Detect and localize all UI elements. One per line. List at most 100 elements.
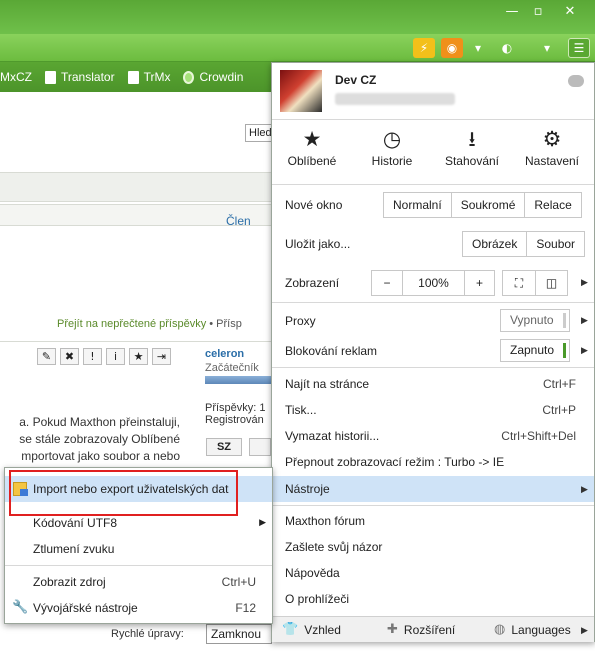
save-as-options: Obrázek Soubor <box>462 231 586 257</box>
dev-tools-item[interactable]: 🔧 Vývojářské nástroje F12 <box>5 595 272 621</box>
author-rank: Začátečník <box>205 362 259 374</box>
translate-icon[interactable]: ◐ <box>496 38 518 58</box>
divider <box>272 184 594 185</box>
clear-history-item[interactable]: Vymazat historii... Ctrl+Shift+Del <box>272 424 594 448</box>
zoom-in-button[interactable]: + <box>464 271 494 295</box>
help-item[interactable]: Nápověda <box>272 561 594 585</box>
maximize-button[interactable]: ▫ <box>525 2 551 22</box>
proxy-row[interactable]: Proxy Vypnuto ▶ <box>272 307 594 335</box>
switch-render-mode-item[interactable]: Přepnout zobrazovací režim : Turbo -> IE <box>272 450 594 474</box>
clock-icon: ◷ <box>382 127 402 151</box>
close-button[interactable]: ✕ <box>557 2 583 22</box>
new-window-private[interactable]: Soukromé <box>450 193 525 217</box>
author-posts: Příspěvky: 1 <box>205 402 266 414</box>
report-icon[interactable]: ! <box>83 348 102 365</box>
star-icon[interactable]: ★ <box>129 348 148 365</box>
edit-icon[interactable]: ✎ <box>37 348 56 365</box>
downloads-button[interactable]: ⭳ Stahování <box>432 124 512 180</box>
feedback-item[interactable]: Zašlete svůj názor <box>272 535 594 559</box>
globe-icon: ◍ <box>494 622 506 637</box>
minimize-button[interactable]: — <box>499 2 525 22</box>
zoom-out-button[interactable]: − <box>372 271 402 295</box>
user-email-blurred <box>335 93 455 105</box>
rss-icon[interactable]: ◉ <box>441 38 463 58</box>
favorites-button[interactable]: ★ Oblíbené <box>272 124 352 180</box>
chevron-right-icon: ▶ <box>259 518 266 528</box>
new-window-options: Normalní Soukromé Relace <box>383 192 582 218</box>
pm-button[interactable]: SZ <box>206 438 242 456</box>
view-source-item[interactable]: Zobrazit zdroj Ctrl+U <box>5 569 272 595</box>
mail-icon[interactable] <box>249 438 271 456</box>
extensions-button[interactable]: ✚ Rozšíření <box>387 622 455 637</box>
about-item[interactable]: O prohlížeči <box>272 587 594 611</box>
tools-item[interactable]: Nástroje ▶ <box>272 476 594 502</box>
gear-icon: ⚙ <box>542 127 562 151</box>
download-icon: ⭳ <box>468 127 476 151</box>
new-window-row: Nové okno Normalní Soukromé Relace <box>272 191 594 219</box>
divider <box>272 505 594 506</box>
post-author[interactable]: celeron <box>205 348 244 360</box>
quote-icon[interactable]: ⇥ <box>152 348 171 365</box>
fullscreen-icon[interactable]: ⛶ <box>503 271 535 295</box>
save-as-image[interactable]: Obrázek <box>463 232 526 256</box>
quick-edit-label: Rychlé úpravy: <box>111 628 184 640</box>
forum-item[interactable]: Maxthon fórum <box>272 509 594 533</box>
wrench-icon: 🔧 <box>12 600 29 615</box>
page-band <box>0 172 275 202</box>
bookmark-translator[interactable]: Translator <box>45 70 115 84</box>
save-as-row: Uložit jako... Obrázek Soubor <box>272 230 594 258</box>
rank-bar <box>205 376 275 384</box>
divider <box>272 119 594 120</box>
chevron-right-icon: ▶ <box>581 346 588 356</box>
menu-footer: 👕 Vzhled ✚ Rozšíření ◍ Languages ▶ <box>272 616 594 642</box>
main-menu: Dev CZ ★ Oblíbené ◷ Historie ⭳ Stahování… <box>271 62 595 642</box>
tools-submenu: Import nebo export uživatelských dat Kód… <box>4 467 273 624</box>
skins-button[interactable]: 👕 Vzhled <box>282 622 341 637</box>
mute-item[interactable]: Ztlumení zvuku <box>5 536 272 562</box>
quick-edit-select[interactable]: Zamknou <box>206 624 272 644</box>
menu-icon[interactable]: ☰ <box>568 38 590 58</box>
bookmark-mxcz[interactable]: MxCZ <box>0 70 32 84</box>
bookmark-trmx[interactable]: TrMx <box>127 70 170 84</box>
divider <box>272 302 594 303</box>
page-icon <box>45 70 56 84</box>
settings-button[interactable]: ⚙ Nastavení <box>512 124 592 180</box>
adblock-row[interactable]: Blokování reklam Zapnuto ▶ <box>272 337 594 365</box>
info-icon[interactable]: i <box>106 348 125 365</box>
new-window-normal[interactable]: Normalní <box>384 193 451 217</box>
zoom-controls: − 100% + <box>371 270 495 296</box>
save-as-file[interactable]: Soubor <box>526 232 584 256</box>
page-icon <box>127 70 139 84</box>
divider <box>0 341 275 342</box>
shirt-icon: 👕 <box>282 622 299 637</box>
user-name: Dev CZ <box>335 73 377 87</box>
proxy-toggle[interactable]: Vypnuto <box>500 309 570 332</box>
chevron-down-icon[interactable]: ▾ <box>467 38 489 58</box>
chevron-right-icon: ▶ <box>581 626 588 636</box>
members-link[interactable]: Člen <box>226 214 251 228</box>
quick-actions: ★ Oblíbené ◷ Historie ⭳ Stahování ⚙ Nast… <box>272 124 594 180</box>
history-button[interactable]: ◷ Historie <box>352 124 432 180</box>
chevron-down-icon[interactable]: ▾ <box>536 38 558 58</box>
find-in-page-item[interactable]: Najít na stránce Ctrl+F <box>272 372 594 396</box>
unread-posts-link[interactable]: Přejít na nepřečtené příspěvky • Přísp <box>57 318 242 330</box>
divider <box>5 565 272 566</box>
zoom-row: Zobrazení − 100% + ⛶ ◫ ▶ <box>272 269 594 297</box>
print-item[interactable]: Tisk... Ctrl+P <box>272 398 594 422</box>
bookmark-crowdin[interactable]: Crowdin <box>183 70 243 84</box>
avatar <box>280 70 322 112</box>
delete-icon[interactable]: ✖ <box>60 348 79 365</box>
post-tools: ✎ ✖ ! i ★ ⇥ <box>37 348 171 365</box>
chevron-right-icon: ▶ <box>581 485 588 495</box>
user-profile[interactable]: Dev CZ <box>272 63 594 116</box>
lightning-icon[interactable]: ⚡ <box>413 38 435 58</box>
split-view-icon[interactable]: ◫ <box>535 271 567 295</box>
star-icon: ★ <box>302 127 322 151</box>
languages-button[interactable]: ◍ Languages <box>494 622 571 637</box>
cloud-sync-icon[interactable] <box>568 75 584 87</box>
annotation-highlight-box <box>9 470 238 516</box>
view-mode-controls: ⛶ ◫ <box>502 270 568 296</box>
adblock-toggle[interactable]: Zapnuto <box>500 339 570 362</box>
new-window-session[interactable]: Relace <box>524 193 580 217</box>
chevron-right-icon: ▶ <box>581 278 588 288</box>
